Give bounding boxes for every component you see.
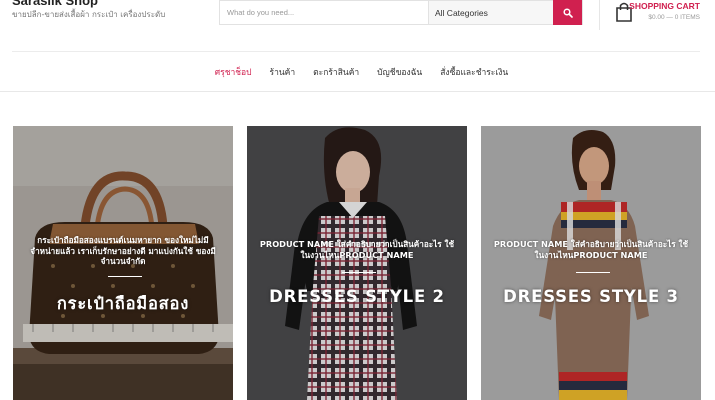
product-card-dress-2[interactable]: PRODUCT NAME ใส่คำอธิบายว่าเป็นสินค้าอะไ… xyxy=(247,126,467,400)
nav-item-checkout[interactable]: สั่งซื้อและชำระเงิน xyxy=(440,65,508,79)
product-card-dress-3[interactable]: PRODUCT NAME ใส่คำอธิบายว่าเป็นสินค้าอะไ… xyxy=(481,126,701,400)
card-divider xyxy=(108,276,142,277)
nav-item-cart[interactable]: ตะกร้าสินค้า xyxy=(313,65,359,79)
cart-summary: $0.00 — 0 ITEMS xyxy=(648,14,700,21)
search-icon xyxy=(562,7,573,18)
search-button[interactable] xyxy=(553,0,582,25)
category-select-value: All Categories xyxy=(435,7,488,18)
header-divider xyxy=(599,0,600,30)
site-tagline: ขายปลีก-ขายส่งเสื้อผ้า กระเป๋า เครื่องปร… xyxy=(12,10,166,19)
nav-item-shop[interactable]: ร้านค้า xyxy=(270,65,296,79)
card-title[interactable]: DRESSES STYLE 3 xyxy=(481,287,701,306)
nav-item-my-account[interactable]: บัญชีของฉัน xyxy=(377,65,422,79)
card-divider xyxy=(342,272,376,273)
search-input[interactable] xyxy=(220,1,428,24)
card-divider xyxy=(576,272,610,273)
card-description: กระเป๋าถือมือสองแบรนด์เนมหายาก ของใหม่ไม… xyxy=(30,235,216,266)
cart-title[interactable]: SHOPPING CART xyxy=(629,1,700,11)
category-select[interactable]: All Categories xyxy=(428,1,555,24)
product-card-handbag[interactable]: กระเป๋าถือมือสองแบรนด์เนมหายาก ของใหม่ไม… xyxy=(13,126,233,400)
main-nav: ศรุชาช็อป ร้านค้า ตะกร้าสินค้า บัญชีของฉ… xyxy=(0,52,715,92)
brand[interactable]: Sarasilk Shop ขายปลีก-ขายส่งเสื้อผ้า กระ… xyxy=(12,0,165,21)
card-title[interactable]: DRESSES STYLE 2 xyxy=(247,287,467,306)
card-description: PRODUCT NAME ใส่คำอธิบายว่าเป็นสินค้าอะไ… xyxy=(259,239,455,260)
nav-bottom-divider xyxy=(0,91,715,92)
shopping-cart[interactable]: SHOPPING CART $0.00 — 0 ITEMS xyxy=(612,0,712,30)
nav-item-home[interactable]: ศรุชาช็อป xyxy=(215,65,252,79)
site-header: Sarasilk Shop ขายปลีก-ขายส่งเสื้อผ้า กระ… xyxy=(0,0,715,36)
site-title[interactable]: Sarasilk Shop xyxy=(12,0,165,8)
card-description: PRODUCT NAME ใส่คำอธิบายว่าเป็นสินค้าอะไ… xyxy=(493,239,689,260)
search-bar: All Categories xyxy=(219,0,583,25)
card-title[interactable]: กระเป๋าถือมือสอง xyxy=(13,291,233,317)
